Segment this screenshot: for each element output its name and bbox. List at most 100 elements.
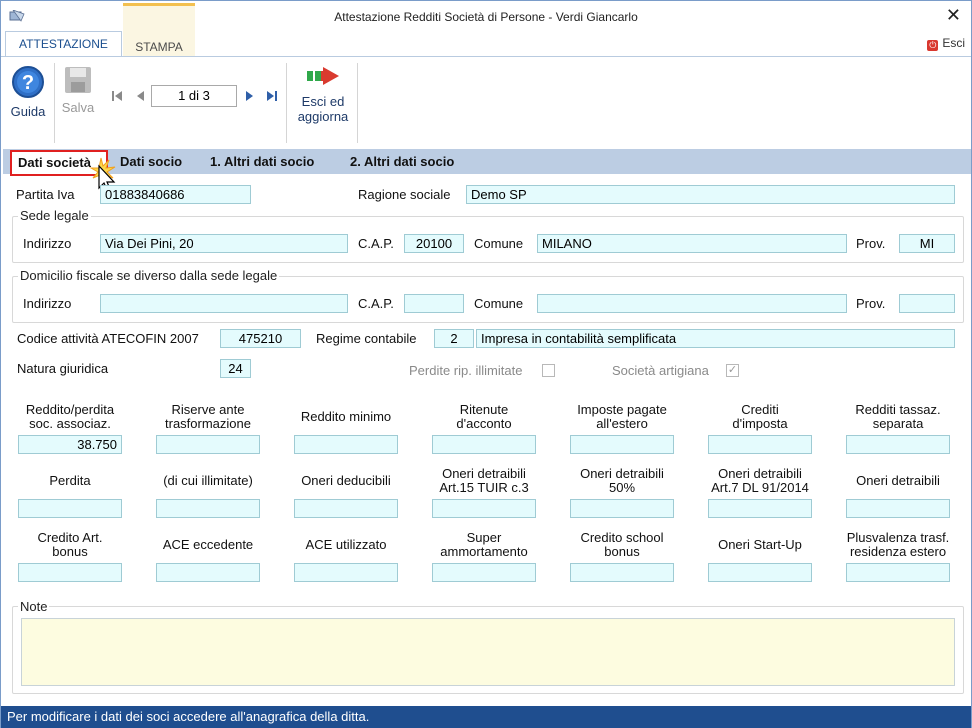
sede-prov-label: Prov.: [856, 236, 886, 251]
tab-dati-socio[interactable]: Dati socio: [120, 154, 182, 169]
grid-label: Credito school bonus: [570, 531, 674, 559]
grid-field[interactable]: [156, 563, 260, 582]
grid-field[interactable]: [846, 499, 950, 518]
grid-label-line1: Credito school: [580, 530, 664, 545]
grid-label-line2: 50%: [608, 480, 636, 495]
natura-giuridica-field[interactable]: 24: [220, 359, 251, 378]
note-label: Note: [18, 599, 50, 614]
societa-artigiana-label: Società artigiana: [612, 363, 709, 378]
tab-stampa[interactable]: STAMPA: [123, 3, 195, 56]
grid-field[interactable]: [18, 499, 122, 518]
sede-cap-label: C.A.P.: [358, 236, 394, 251]
grid-field[interactable]: [570, 435, 674, 454]
natura-giuridica-label: Natura giuridica: [17, 361, 109, 376]
grid-label-line1: Riserve ante: [171, 402, 245, 417]
grid-field[interactable]: [846, 563, 950, 582]
grid-label-line2: all'estero: [596, 416, 648, 431]
toolbar-divider: [54, 63, 55, 143]
grid-label-line1: Crediti: [741, 402, 779, 417]
grid-label: ACE eccedente: [156, 538, 260, 552]
sede-comune-field[interactable]: MILANO: [537, 234, 847, 253]
grid-field[interactable]: 38.750: [18, 435, 122, 454]
grid-label-line2: separata: [872, 416, 924, 431]
esci-aggiorna-button[interactable]: Esci ed aggiorna: [291, 65, 355, 124]
next-page-icon[interactable]: [244, 90, 256, 102]
toolbar-divider: [286, 63, 287, 143]
domicilio-title: Domicilio fiscale se diverso dalla sede …: [18, 268, 280, 283]
tab-attestazione[interactable]: ATTESTAZIONE: [5, 31, 122, 56]
grid-label-line2: Art.15 TUIR c.3: [439, 480, 529, 495]
grid-label: Super ammortamento: [432, 531, 536, 559]
grid-field[interactable]: [156, 435, 260, 454]
grid-label-line1: Reddito/perdita: [25, 402, 115, 417]
grid-label-line2: trasformazione: [165, 416, 251, 431]
salva-button[interactable]: Salva: [59, 65, 97, 115]
guida-button[interactable]: ? Guida: [7, 65, 49, 119]
grid-label-line1: Imposte pagate: [577, 402, 667, 417]
grid-field[interactable]: [294, 563, 398, 582]
grid-field[interactable]: [708, 499, 812, 518]
grid-label: Crediti d'imposta: [708, 403, 812, 431]
grid-label: Riserve ante trasformazione: [156, 403, 260, 431]
toolbar-divider: [357, 63, 358, 143]
sede-indirizzo-label: Indirizzo: [23, 236, 72, 251]
grid-label: Credito Art. bonus: [18, 531, 122, 559]
domicilio-cap-label: C.A.P.: [358, 296, 394, 311]
societa-artigiana-checkbox[interactable]: ✓: [726, 364, 739, 377]
domicilio-indirizzo-label: Indirizzo: [23, 296, 72, 311]
domicilio-indirizzo-field[interactable]: [100, 294, 348, 313]
regime-contabile-label: Regime contabile: [316, 331, 417, 346]
page-indicator[interactable]: 1 di 3: [151, 85, 237, 107]
grid-field[interactable]: [294, 499, 398, 518]
grid-field[interactable]: [570, 563, 674, 582]
grid-label-line2: d'acconto: [456, 416, 512, 431]
grid-label: Ritenute d'acconto: [432, 403, 536, 431]
regime-code-field[interactable]: 2: [434, 329, 474, 348]
ragione-sociale-field[interactable]: Demo SP: [466, 185, 955, 204]
esci-tab-button[interactable]: ⏻ Esci: [927, 36, 965, 51]
grid-field[interactable]: [708, 435, 812, 454]
prev-page-icon[interactable]: [134, 90, 146, 102]
grid-field[interactable]: [846, 435, 950, 454]
tab-altri-dati-socio-1[interactable]: 1. Altri dati socio: [210, 154, 314, 169]
close-icon[interactable]: ✕: [946, 5, 961, 26]
grid-label-line1: Oneri detraibili: [718, 466, 802, 481]
domicilio-comune-label: Comune: [474, 296, 524, 311]
grid-label-line1: ACE eccedente: [162, 537, 254, 552]
grid-field[interactable]: [432, 499, 536, 518]
grid-label: Perdita: [18, 474, 122, 488]
grid-field[interactable]: [570, 499, 674, 518]
sede-indirizzo-field[interactable]: Via Dei Pini, 20: [100, 234, 348, 253]
grid-label: Reddito minimo: [294, 410, 398, 424]
domicilio-cap-field[interactable]: [404, 294, 464, 313]
partita-iva-field[interactable]: 01883840686: [100, 185, 251, 204]
grid-field[interactable]: [294, 435, 398, 454]
ribbon-tabs: ATTESTAZIONE STAMPA ⏻ Esci: [1, 3, 971, 56]
tab-altri-dati-socio-2[interactable]: 2. Altri dati socio: [350, 154, 454, 169]
help-icon: ?: [12, 66, 44, 98]
note-textarea[interactable]: [21, 618, 955, 686]
grid-label-line1: Oneri detraibili: [442, 466, 526, 481]
perdite-illimitate-checkbox[interactable]: [542, 364, 555, 377]
grid-label-line1: Oneri Start-Up: [718, 537, 802, 552]
grid-field[interactable]: [432, 435, 536, 454]
guida-label: Guida: [10, 104, 46, 119]
salva-label: Salva: [61, 100, 95, 115]
ragione-sociale-label: Ragione sociale: [358, 187, 451, 202]
regime-desc-field[interactable]: Impresa in contabilità semplificata: [476, 329, 955, 348]
grid-field[interactable]: [156, 499, 260, 518]
grid-label: Redditi tassaz. separata: [846, 403, 950, 431]
exit-arrow-icon: [307, 67, 339, 85]
domicilio-comune-field[interactable]: [537, 294, 847, 313]
sede-prov-field[interactable]: MI: [899, 234, 955, 253]
last-page-icon[interactable]: [266, 90, 278, 102]
grid-field[interactable]: [708, 563, 812, 582]
codice-attivita-field[interactable]: 475210: [220, 329, 301, 348]
first-page-icon[interactable]: [111, 90, 123, 102]
grid-label-line2: Art.7 DL 91/2014: [711, 480, 809, 495]
domicilio-prov-field[interactable]: [899, 294, 955, 313]
grid-field[interactable]: [18, 563, 122, 582]
sede-cap-field[interactable]: 20100: [404, 234, 464, 253]
grid-label: Oneri Start-Up: [708, 538, 812, 552]
grid-field[interactable]: [432, 563, 536, 582]
